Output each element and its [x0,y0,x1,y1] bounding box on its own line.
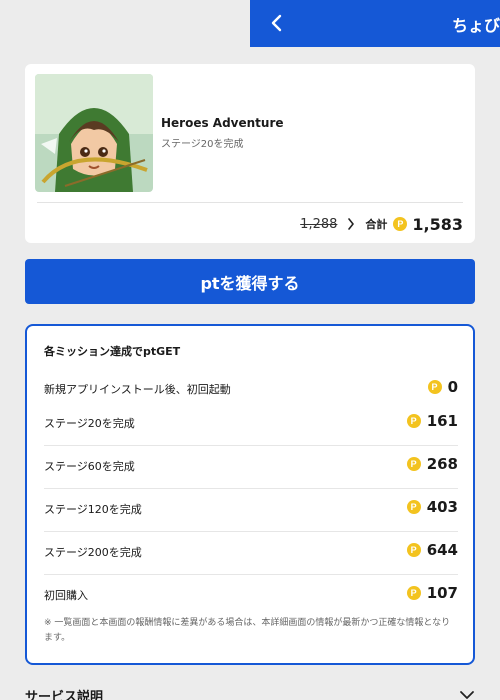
app-icon[interactable] [35,74,153,192]
app-name: Heroes Adventure [161,116,284,130]
app-card: Heroes Adventure ステージ20を完成 1,288 合計 P 1,… [25,64,475,243]
coin-icon: P [406,543,421,557]
old-points: 1,288 [300,216,338,232]
get-points-button[interactable]: ptを獲得する [25,259,475,304]
mission-points: P 161 [406,412,458,430]
coin-icon: P [393,217,408,231]
mission-label: 新規アプリインストール後、初回起動 [44,383,231,396]
mission-label: ステージ120を完成 [44,503,142,516]
service-description-toggle[interactable]: サービス説明 [25,686,475,700]
mission-row: ステージ20を完成 P 161 [44,403,458,446]
missions-panel: 各ミッション達成でptGET 新規アプリインストール後、初回起動 P 0 ステー… [25,324,475,665]
mission-label: 初回購入 [44,589,88,602]
back-button[interactable] [264,10,290,36]
mission-row: ステージ120を完成 P 403 [44,489,458,532]
chevron-left-icon [271,14,282,32]
mission-label: ステージ20を完成 [44,417,135,430]
chevron-right-icon [347,218,355,230]
mission-points: P 644 [406,541,458,559]
mission-points-value: 268 [426,455,458,473]
coin-icon: P [406,414,421,428]
mission-points-value: 107 [426,584,458,602]
divider [37,202,463,203]
mission-label: ステージ200を完成 [44,546,142,559]
mission-points-value: 403 [426,498,458,516]
mission-points: P 268 [406,455,458,473]
mission-points-value: 644 [426,541,458,559]
coin-icon: P [406,586,421,600]
mission-label: ステージ60を完成 [44,460,135,473]
missions-title: 各ミッション達成でptGET [44,345,181,358]
mission-points-value: 0 [447,378,458,396]
disclaimer-note: ※ 一覧画面と本画面の報酬情報に差異がある場合は、本詳細画面の情報が最新かつ正確… [44,618,451,643]
mission-row: ステージ200を完成 P 644 [44,532,458,575]
service-title: サービス説明 [25,690,104,700]
chevron-down-icon [460,691,474,699]
mission-points: P 403 [406,498,458,516]
points-summary: 1,288 合計 P 1,583 [300,213,463,235]
coin-icon: P [427,380,442,394]
total-points: 1,583 [412,214,463,234]
mission-points-value: 161 [426,412,458,430]
mission-points: P 0 [427,378,458,396]
app-subtitle: ステージ20を完成 [161,139,244,150]
top-bar: ちょび [250,0,500,47]
coin-icon: P [406,457,421,471]
mission-row: 初回購入 P 107 [44,575,458,618]
coin-icon: P [406,500,421,514]
total-label: 合計 [365,218,388,231]
mission-points: P 107 [406,584,458,602]
mission-row: ステージ60を完成 P 268 [44,446,458,489]
page-title: ちょび [452,16,500,35]
